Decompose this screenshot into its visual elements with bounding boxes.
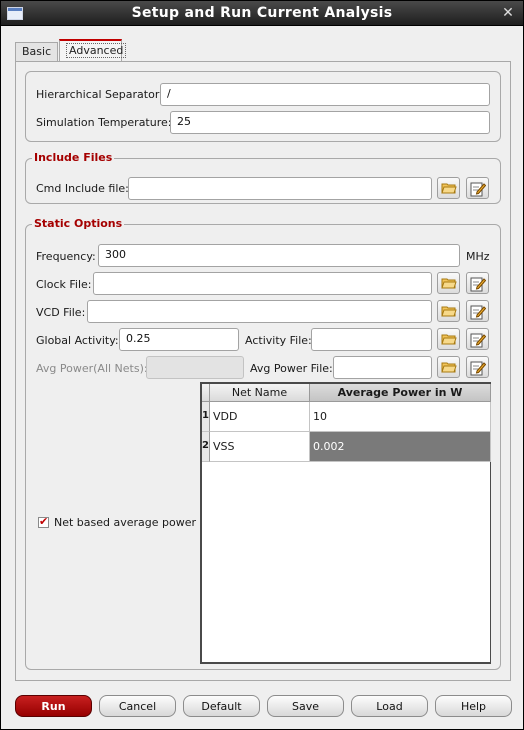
vcd-file-label: VCD File:: [36, 306, 86, 319]
global-activity-label: Global Activity:: [36, 334, 119, 347]
avg-power-file-input[interactable]: [333, 356, 432, 379]
hierarchical-separator-label: Hierarchical Separator:: [36, 88, 163, 101]
tab-basic[interactable]: Basic: [15, 42, 58, 61]
table-cell-net-name[interactable]: VSS: [210, 432, 310, 462]
browse-cmd-include-button[interactable]: [437, 177, 460, 199]
window-title: Setup and Run Current Analysis: [131, 5, 393, 21]
include-files-group: Include Files Cmd Include file:: [25, 151, 501, 204]
edit-file-icon: [470, 305, 486, 320]
edit-activity-file-button[interactable]: [466, 328, 489, 350]
load-button[interactable]: Load: [351, 695, 428, 717]
table-cell-average-power[interactable]: 10: [310, 402, 491, 432]
help-button[interactable]: Help: [435, 695, 512, 717]
edit-avg-power-file-button[interactable]: [466, 356, 489, 378]
tab-advanced[interactable]: Advanced: [59, 39, 127, 61]
activity-file-label: Activity File:: [245, 334, 312, 347]
edit-vcd-file-button[interactable]: [466, 300, 489, 322]
edit-file-icon: [470, 333, 486, 348]
avg-power-all-nets-label: Avg Power(All Nets):: [36, 362, 148, 375]
static-options-title: Static Options: [32, 217, 125, 230]
save-button[interactable]: Save: [267, 695, 344, 717]
clock-file-input[interactable]: [93, 272, 432, 295]
avg-power-all-nets-input: [146, 356, 244, 379]
window-icon[interactable]: [7, 7, 23, 20]
dialog-window: Setup and Run Current Analysis ✕ Basic A…: [0, 0, 524, 730]
default-button[interactable]: Default: [183, 695, 260, 717]
folder-open-icon: [441, 278, 457, 289]
cmd-include-file-label: Cmd Include file:: [36, 182, 129, 195]
column-header-average-power[interactable]: Average Power in W: [310, 384, 491, 402]
browse-activity-file-button[interactable]: [437, 328, 460, 350]
general-group: Hierarchical Separator: / Simulation Tem…: [25, 71, 501, 142]
simulation-temperature-label: Simulation Temperature:: [36, 116, 172, 129]
table-corner: [202, 384, 210, 402]
folder-open-icon: [441, 183, 457, 194]
folder-open-icon: [441, 334, 457, 345]
simulation-temperature-input[interactable]: 25: [170, 111, 490, 134]
browse-vcd-file-button[interactable]: [437, 300, 460, 322]
row-number: 2: [202, 432, 210, 462]
folder-open-icon: [441, 362, 457, 373]
cmd-include-file-input[interactable]: [128, 177, 432, 200]
hierarchical-separator-input[interactable]: /: [160, 83, 490, 106]
table-cell-net-name[interactable]: VDD: [210, 402, 310, 432]
title-bar[interactable]: Setup and Run Current Analysis ✕: [1, 1, 523, 26]
edit-file-icon: [470, 277, 486, 292]
clock-file-label: Clock File:: [36, 278, 92, 291]
close-icon[interactable]: ✕: [501, 6, 515, 20]
checkmark-icon[interactable]: [38, 515, 49, 528]
global-activity-input[interactable]: 0.25: [119, 328, 239, 351]
edit-clock-file-button[interactable]: [466, 272, 489, 294]
activity-file-input[interactable]: [311, 328, 432, 351]
frequency-unit: MHz: [466, 250, 490, 263]
include-files-title: Include Files: [32, 151, 115, 164]
column-header-net-name[interactable]: Net Name: [210, 384, 310, 402]
advanced-panel: Hierarchical Separator: / Simulation Tem…: [15, 61, 511, 681]
frequency-label: Frequency:: [36, 250, 96, 263]
frequency-input[interactable]: 300: [98, 244, 460, 267]
edit-file-icon: [470, 182, 486, 197]
vcd-file-input[interactable]: [87, 300, 432, 323]
row-number: 1: [202, 402, 210, 432]
avg-power-file-label: Avg Power File:: [250, 362, 333, 375]
run-button[interactable]: Run: [15, 695, 92, 717]
folder-open-icon: [441, 306, 457, 317]
edit-cmd-include-button[interactable]: [466, 177, 489, 199]
browse-clock-file-button[interactable]: [437, 272, 460, 294]
cancel-button[interactable]: Cancel: [99, 695, 176, 717]
table-cell-average-power-selected[interactable]: 0.002: [310, 432, 491, 462]
tab-advanced-label: Advanced: [66, 43, 127, 58]
edit-file-icon: [470, 361, 486, 376]
net-power-table[interactable]: Net Name Average Power in W 1 VDD 10 2 V…: [200, 382, 491, 664]
browse-avg-power-file-button[interactable]: [437, 356, 460, 378]
net-based-average-power-label: Net based average power: [54, 516, 197, 529]
